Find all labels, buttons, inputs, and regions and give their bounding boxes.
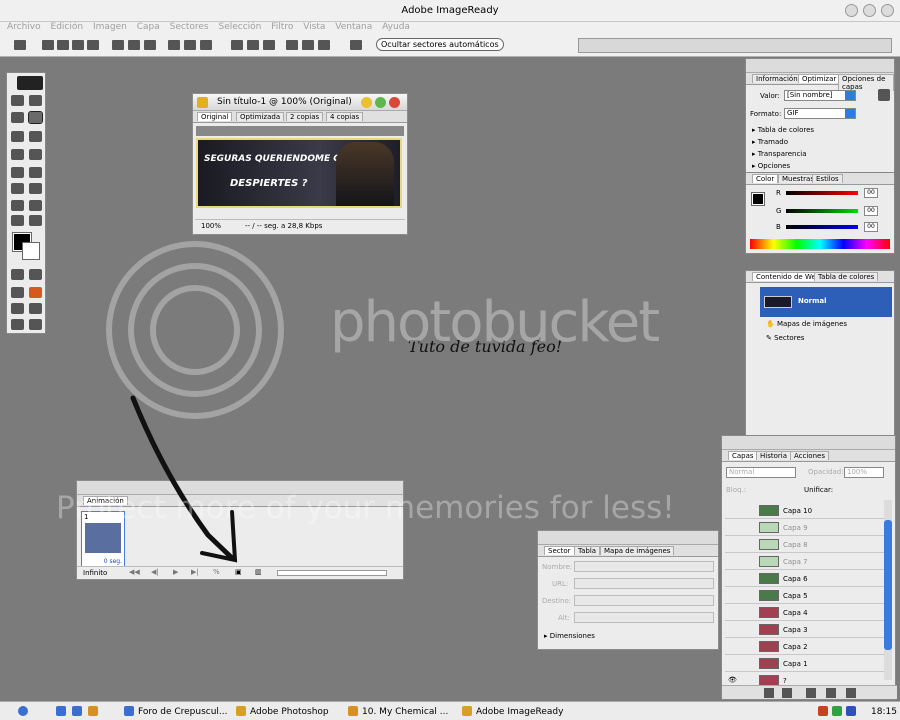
watermark-tagline: Protect more of your memories for less! <box>56 490 675 526</box>
tray-icon[interactable] <box>818 706 828 716</box>
quicklaunch-icon[interactable] <box>56 706 66 716</box>
tray-icon[interactable] <box>846 706 856 716</box>
arrow-stroke <box>130 395 235 561</box>
watermark-logo <box>106 241 284 419</box>
player-icon <box>348 706 358 716</box>
quicklaunch-icon[interactable] <box>88 706 98 716</box>
tray-icon[interactable] <box>832 706 842 716</box>
clock: 18:15 <box>871 707 897 717</box>
browser-icon <box>124 706 134 716</box>
task-foro[interactable]: Foro de Crepuscul... <box>138 707 228 717</box>
task-imageready[interactable]: Adobe ImageReady <box>476 707 563 717</box>
taskbar: Foro de Crepuscul... Adobe Photoshop 10.… <box>0 701 900 720</box>
watermark-brand: photobucket <box>330 290 660 355</box>
task-my-chemical[interactable]: 10. My Chemical ... <box>362 707 448 717</box>
quicklaunch-icon[interactable] <box>72 706 82 716</box>
imageready-icon <box>462 706 472 716</box>
task-photoshop[interactable]: Adobe Photoshop <box>250 707 329 717</box>
start-menu-icon[interactable] <box>18 706 28 716</box>
photoshop-icon <box>236 706 246 716</box>
